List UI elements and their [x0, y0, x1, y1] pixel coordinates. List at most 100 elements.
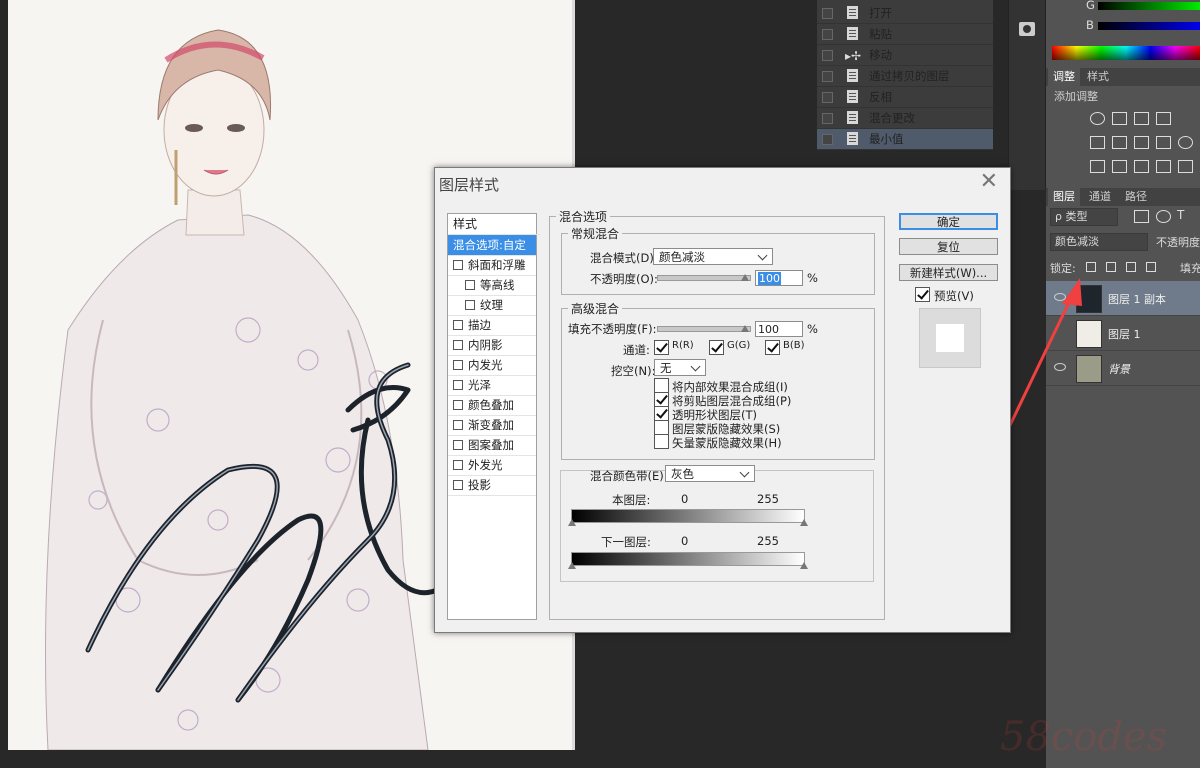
history-snapshot-checkbox[interactable] — [822, 92, 833, 103]
blend-if-select[interactable]: 灰色 — [665, 465, 755, 482]
style-checkbox[interactable] — [453, 460, 463, 470]
curves-icon[interactable] — [1134, 112, 1149, 125]
green-slider[interactable] — [1098, 2, 1200, 10]
history-snapshot-checkbox[interactable] — [822, 71, 833, 82]
properties-panel-icon[interactable] — [1019, 22, 1035, 36]
filter-adjustment-icon[interactable] — [1156, 210, 1171, 223]
tab-paths[interactable]: 路径 — [1120, 188, 1152, 206]
style-checkbox[interactable] — [453, 480, 463, 490]
layer-blend-mode-select[interactable]: 颜色减淡 — [1050, 233, 1148, 251]
history-snapshot-checkbox[interactable] — [822, 50, 833, 61]
fill-opacity-slider-thumb[interactable] — [741, 325, 749, 332]
tab-styles[interactable]: 样式 — [1082, 68, 1114, 86]
style-item-color-overlay[interactable]: 颜色叠加 — [448, 395, 536, 416]
exposure-icon[interactable] — [1156, 112, 1171, 125]
history-snapshot-checkbox[interactable] — [822, 8, 833, 19]
black-white-icon[interactable] — [1156, 136, 1171, 149]
tab-layers[interactable]: 图层 — [1048, 188, 1080, 206]
this-layer-gradient[interactable] — [571, 509, 805, 523]
opacity-slider-track[interactable] — [657, 275, 751, 281]
fill-opacity-slider-track[interactable] — [657, 326, 751, 332]
style-checkbox[interactable] — [453, 360, 463, 370]
channel-b-checkbox[interactable] — [765, 340, 780, 355]
history-item-invert[interactable]: 反相 — [817, 87, 993, 108]
style-item-contour[interactable]: 等高线 — [448, 275, 536, 296]
vibrance-icon[interactable] — [1090, 136, 1105, 149]
style-item-texture[interactable]: 纹理 — [448, 295, 536, 316]
posterize-icon[interactable] — [1112, 160, 1127, 173]
style-item-outer-glow[interactable]: 外发光 — [448, 455, 536, 476]
style-checkbox[interactable] — [453, 400, 463, 410]
style-item-pattern-overlay[interactable]: 图案叠加 — [448, 435, 536, 456]
style-checkbox[interactable] — [453, 440, 463, 450]
style-item-blending-options[interactable]: 混合选项:自定 — [448, 235, 536, 256]
lock-all-icon[interactable] — [1146, 262, 1156, 272]
layer-mask-hides-checkbox[interactable] — [654, 420, 669, 435]
history-item-paste[interactable]: 粘贴 — [817, 24, 993, 45]
transparency-shapes-checkbox[interactable] — [654, 406, 669, 421]
levels-icon[interactable] — [1112, 112, 1127, 125]
layer-name[interactable]: 图层 1 — [1108, 326, 1141, 342]
tab-channels[interactable]: 通道 — [1084, 188, 1116, 206]
blue-slider[interactable] — [1098, 22, 1200, 30]
gradient-map-icon[interactable] — [1178, 160, 1193, 173]
selective-color-icon[interactable] — [1156, 160, 1171, 173]
this-layer-black-thumb[interactable] — [568, 519, 576, 526]
underlying-black-thumb[interactable] — [568, 562, 576, 569]
color-balance-icon[interactable] — [1134, 136, 1149, 149]
style-item-stroke[interactable]: 描边 — [448, 315, 536, 336]
lock-image-icon[interactable] — [1106, 262, 1116, 272]
history-snapshot-checkbox[interactable] — [822, 113, 833, 124]
style-item-inner-glow[interactable]: 内发光 — [448, 355, 536, 376]
style-item-bevel-emboss[interactable]: 斜面和浮雕 — [448, 255, 536, 276]
hue-saturation-icon[interactable] — [1112, 136, 1127, 149]
style-item-drop-shadow[interactable]: 投影 — [448, 475, 536, 496]
layer-name[interactable]: 图层 1 副本 — [1108, 291, 1166, 307]
blend-clipped-layers-checkbox[interactable] — [654, 392, 669, 407]
tab-adjustments[interactable]: 调整 — [1048, 68, 1080, 86]
history-item-layer-via-copy[interactable]: 通过拷贝的图层 — [817, 66, 993, 87]
history-item-blend-change[interactable]: 混合更改 — [817, 108, 993, 129]
opacity-input[interactable]: 100 — [755, 270, 803, 286]
underlying-white-thumb[interactable] — [800, 562, 808, 569]
this-layer-white-thumb[interactable] — [800, 519, 808, 526]
channel-r-checkbox[interactable] — [654, 340, 669, 355]
history-snapshot-checkbox[interactable] — [822, 29, 833, 40]
style-checkbox[interactable] — [465, 280, 475, 290]
style-checkbox[interactable] — [453, 420, 463, 430]
color-spectrum-bar[interactable] — [1052, 46, 1200, 60]
history-item-open[interactable]: 打开 — [817, 3, 993, 24]
style-item-gradient-overlay[interactable]: 渐变叠加 — [448, 415, 536, 436]
style-checkbox[interactable] — [465, 300, 475, 310]
style-checkbox[interactable] — [453, 320, 463, 330]
invert-icon[interactable] — [1090, 160, 1105, 173]
style-item-satin[interactable]: 光泽 — [448, 375, 536, 396]
brightness-icon[interactable] — [1090, 112, 1105, 125]
blend-mode-select[interactable]: 颜色减淡 — [653, 248, 773, 265]
lock-position-icon[interactable] — [1126, 262, 1136, 272]
style-item-inner-shadow[interactable]: 内阴影 — [448, 335, 536, 356]
style-checkbox[interactable] — [453, 260, 463, 270]
ok-button[interactable]: 确定 — [899, 213, 998, 230]
blend-interior-effects-checkbox[interactable] — [654, 378, 669, 393]
knockout-select[interactable]: 无 — [654, 359, 706, 376]
history-snapshot-checkbox[interactable] — [822, 134, 833, 145]
style-checkbox[interactable] — [453, 340, 463, 350]
filter-type-icon[interactable]: T — [1177, 208, 1184, 222]
layer-name[interactable]: 背景 — [1108, 361, 1130, 377]
threshold-icon[interactable] — [1134, 160, 1149, 173]
reset-button[interactable]: 复位 — [899, 238, 998, 255]
style-checkbox[interactable] — [453, 380, 463, 390]
history-item-minimum[interactable]: 最小值 — [817, 129, 993, 150]
layer-filter-kind-select[interactable]: ρ 类型 — [1050, 208, 1118, 226]
filter-pixel-icon[interactable] — [1134, 210, 1149, 223]
channel-g-checkbox[interactable] — [709, 340, 724, 355]
history-item-move[interactable]: ▸✢ 移动 — [817, 45, 993, 66]
opacity-slider-thumb[interactable] — [741, 274, 749, 281]
vector-mask-hides-checkbox[interactable] — [654, 434, 669, 449]
photo-filter-icon[interactable] — [1178, 136, 1193, 149]
underlying-layer-gradient[interactable] — [571, 552, 805, 566]
new-style-button[interactable]: 新建样式(W)... — [899, 264, 998, 281]
preview-checkbox[interactable] — [915, 287, 930, 302]
fill-opacity-input[interactable]: 100 — [755, 321, 803, 337]
